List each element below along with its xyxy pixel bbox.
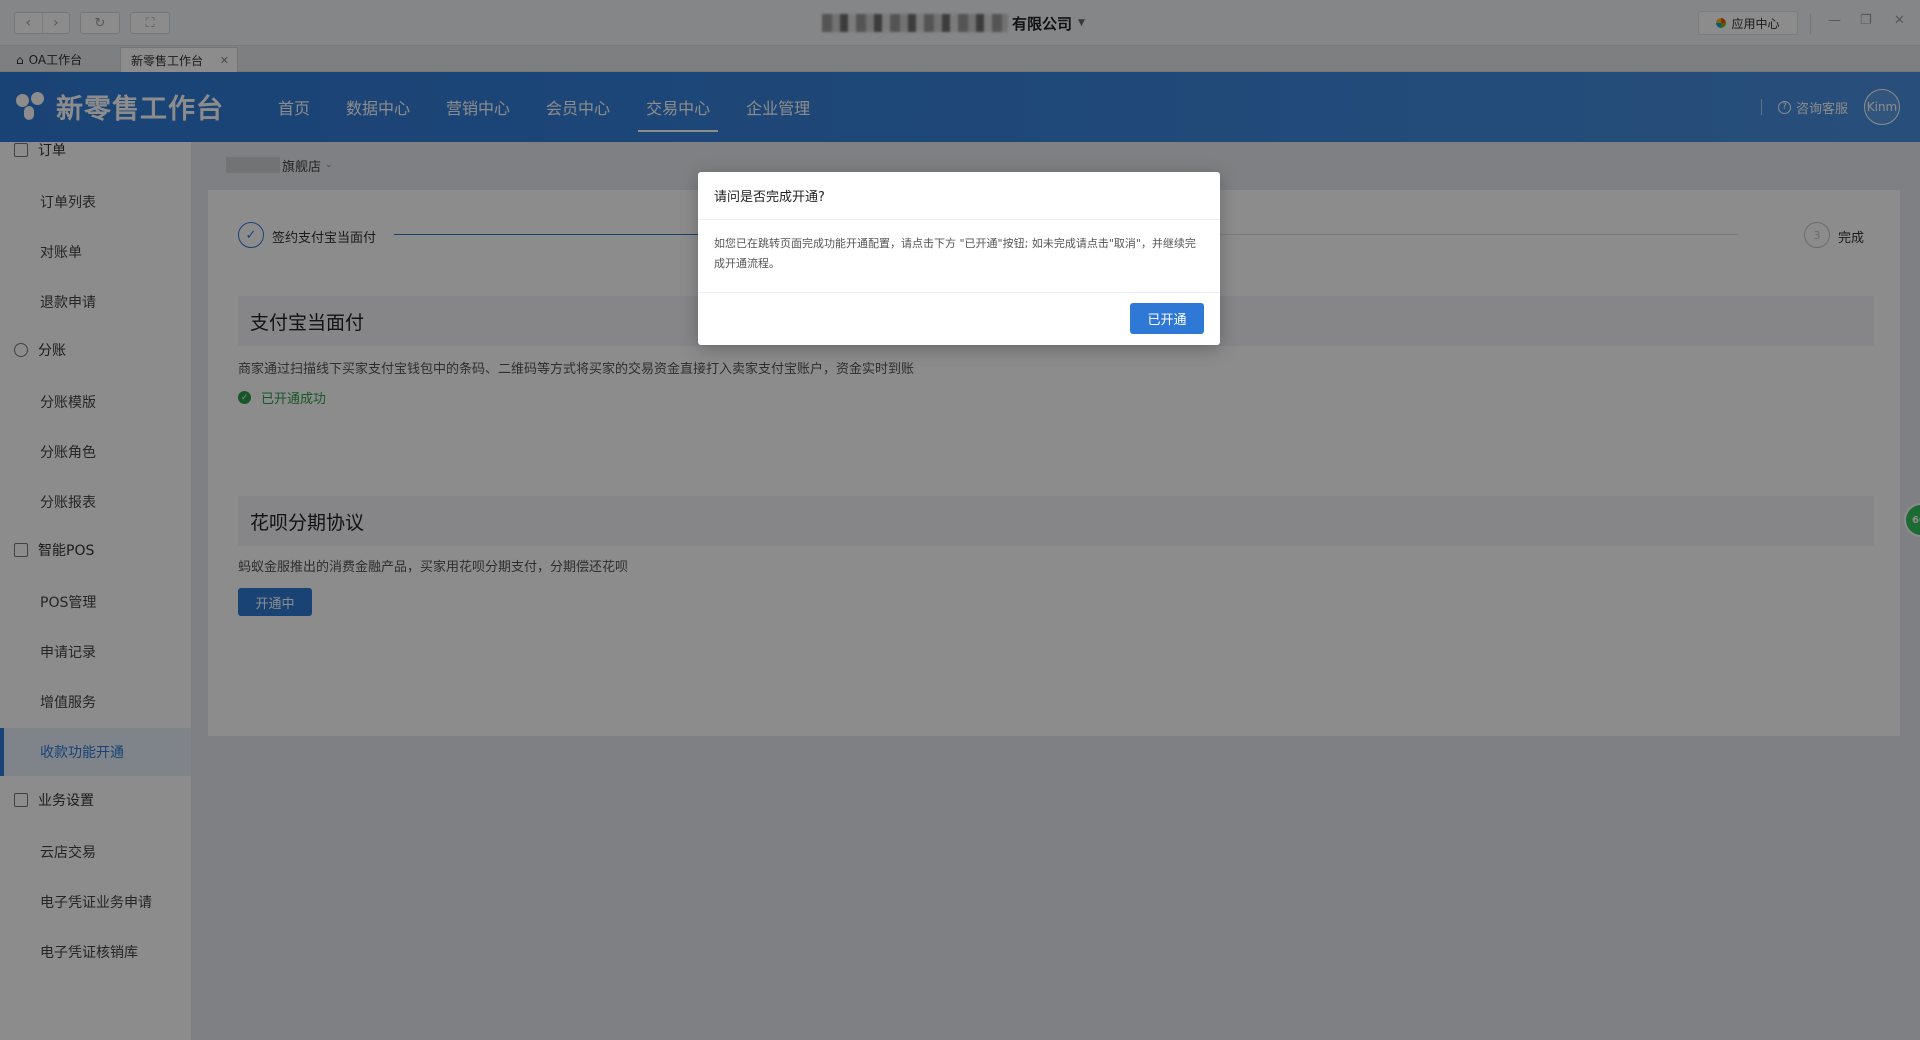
dialog-body: 如您已在跳转页面完成功能开通配置，请点击下方 "已开通"按钮; 如未完成请点击"… bbox=[714, 237, 1196, 270]
confirm-activated-button[interactable]: 已开通 bbox=[1130, 303, 1204, 334]
app-window: ‹ › ↻ ⛶ 有限公司 ▼ 应用中心 — ❐ ✕ ⌂ OA工作台 新零售工作台… bbox=[0, 0, 1920, 1040]
modal-overlay[interactable] bbox=[0, 0, 1920, 1040]
confirm-dialog: 请问是否完成开通? 如您已在跳转页面完成功能开通配置，请点击下方 "已开通"按钮… bbox=[698, 172, 1220, 345]
dialog-title: 请问是否完成开通? bbox=[698, 172, 1220, 220]
dialog-footer: 已开通 bbox=[698, 292, 1220, 345]
